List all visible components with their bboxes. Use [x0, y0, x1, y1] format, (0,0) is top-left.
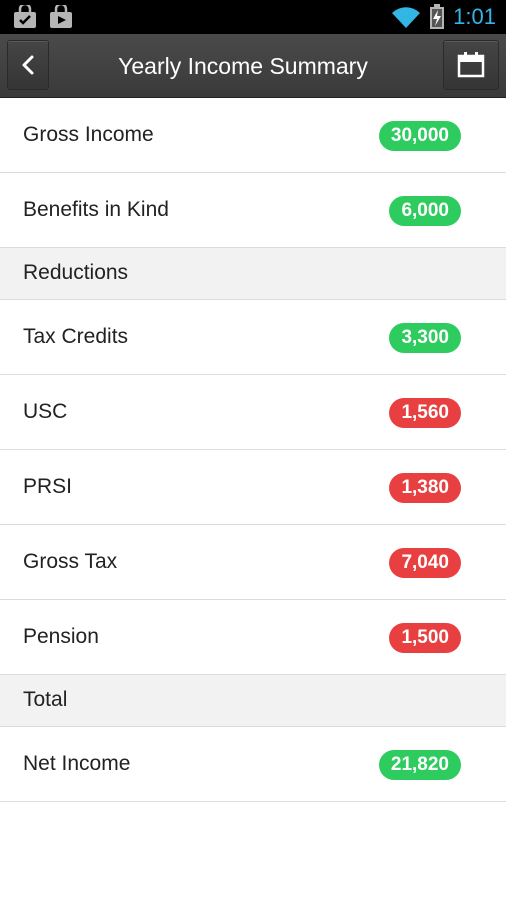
status-bar: 1:01	[0, 0, 506, 34]
clock: 1:01	[453, 4, 496, 29]
back-button[interactable]	[7, 40, 49, 90]
battery-charging-icon	[430, 4, 445, 29]
reductions-label: Reductions	[23, 261, 129, 284]
tax-credits-label: Tax Credits	[23, 325, 129, 348]
prsi-value: 1,380	[389, 473, 461, 503]
gross-tax-row: Gross Tax 7,040	[0, 525, 506, 600]
benefits-in-kind-row: Benefits in Kind 6,000	[0, 173, 506, 248]
wifi-icon	[392, 7, 421, 28]
pension-value: 1,500	[389, 623, 461, 653]
usc-row: USC 1,560	[0, 375, 506, 450]
total-section-header: Total	[0, 675, 506, 727]
pension-row: Pension 1,500	[0, 600, 506, 675]
page-title: Yearly Income Summary	[118, 53, 368, 79]
income-summary-list: Gross Income 30,000 Benefits in Kind 6,0…	[0, 98, 506, 802]
shopping-bag-check-icon	[14, 5, 36, 28]
net-income-value: 21,820	[378, 750, 461, 780]
gross-tax-label: Gross Tax	[23, 550, 118, 573]
pension-label: Pension	[23, 625, 99, 648]
prsi-row: PRSI 1,380	[0, 450, 506, 525]
calendar-button[interactable]	[443, 40, 499, 90]
action-bar: Yearly Income Summary	[0, 34, 506, 98]
system-icons: 1:01	[391, 3, 496, 31]
gross-income-label: Gross Income	[23, 123, 154, 146]
usc-value: 1,560	[389, 398, 461, 428]
calendar-icon	[457, 52, 485, 78]
reductions-section-header: Reductions	[0, 248, 506, 300]
gross-income-row: Gross Income 30,000	[0, 98, 506, 173]
prsi-label: PRSI	[23, 475, 73, 498]
chevron-left-icon	[22, 55, 34, 75]
total-label: Total	[23, 688, 68, 711]
benefits-in-kind-label: Benefits in Kind	[23, 198, 169, 221]
tax-credits-value: 3,300	[389, 323, 461, 353]
gross-income-value: 30,000	[378, 121, 461, 151]
benefits-in-kind-value: 6,000	[389, 196, 461, 226]
usc-label: USC	[23, 400, 68, 423]
gross-tax-value: 7,040	[389, 548, 461, 578]
tax-credits-row: Tax Credits 3,300	[0, 300, 506, 375]
shopping-bag-play-icon	[50, 5, 72, 28]
notification-icons	[12, 5, 74, 29]
net-income-row: Net Income 21,820	[0, 727, 506, 802]
net-income-label: Net Income	[23, 752, 131, 775]
